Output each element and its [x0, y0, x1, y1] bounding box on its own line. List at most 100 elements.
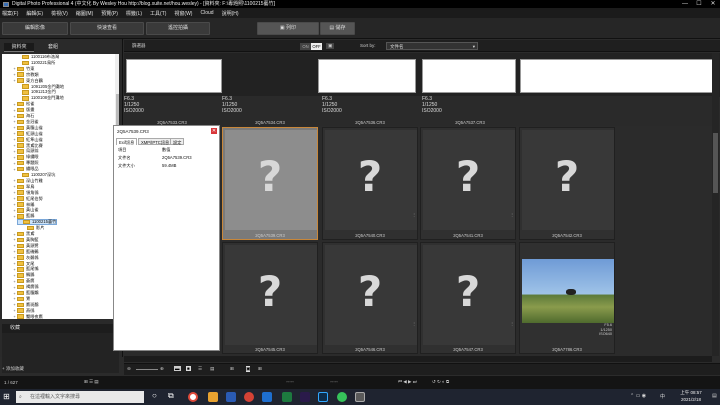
cortana-icon[interactable]: ○: [152, 391, 157, 400]
thumbnail-grid-icon[interactable]: ⊞ ☰ ▤: [84, 379, 99, 385]
zoom-in-icon[interactable]: ⊕: [160, 366, 164, 372]
view-small-icon[interactable]: ▬: [174, 366, 181, 371]
folder-label: 1100108金門灘地: [31, 95, 64, 101]
outlook-icon[interactable]: [262, 392, 272, 402]
tray-icons[interactable]: ⌃ ▭ ◉: [630, 393, 646, 399]
grid-view-icon[interactable]: ⊞: [258, 366, 262, 372]
ime-indicator[interactable]: 中: [660, 393, 665, 400]
app-icon-red[interactable]: [244, 392, 254, 402]
close-button[interactable]: ✕: [706, 0, 720, 8]
save-button[interactable]: ▤ 儲存: [320, 22, 355, 35]
rating-stars[interactable]: ▫▫▫▫▫: [286, 379, 294, 384]
compare-icon[interactable]: ⊞: [230, 366, 234, 372]
thumbnail-filename: 2Q5A7542.CR3: [552, 233, 582, 238]
menu-preview[interactable]: 預覽(P): [101, 10, 118, 17]
folder-icon: [17, 78, 24, 83]
tab-settings[interactable]: 設定: [170, 138, 185, 145]
folder-tree-item[interactable]: + 蟹眼夜鷹: [12, 313, 43, 319]
minimize-button[interactable]: —: [678, 0, 692, 8]
info-panel: 2Q5A7539.CR3 ✕ Exif訊息 XMP/IPTC訊息 設定 項目 數…: [113, 125, 220, 351]
folder-icon: [17, 249, 24, 254]
menu-edit[interactable]: 編輯(E): [26, 10, 43, 17]
zoom-slider[interactable]: [136, 369, 158, 370]
label-icons[interactable]: ▫▫▫▫▫: [330, 379, 338, 384]
grid-hscroll[interactable]: [124, 356, 712, 362]
thumbnail[interactable]: ? ⋮ 2Q5A7546.CR3: [322, 242, 418, 354]
sort-select[interactable]: 文件名 ▾: [386, 42, 478, 50]
sort-label: Sort by:: [360, 43, 376, 48]
menu-tools[interactable]: 工具(T): [150, 10, 166, 17]
folder-icon: [17, 72, 24, 77]
maximize-button[interactable]: ☐: [692, 0, 706, 8]
thumbnail-top-2[interactable]: F6.3 1/1250 ISO2000 2Q5A7534.CR3: [222, 96, 318, 126]
favorites-tab[interactable]: 收藏: [2, 324, 119, 333]
toggle-on[interactable]: ON: [300, 42, 311, 50]
edit-image-button[interactable]: 編輯影像: [2, 22, 68, 35]
folder-icon: [17, 267, 24, 272]
thumbnail-top-1[interactable]: F6.3 1/1250 ISO2000 2Q5A7533.CR3: [124, 96, 220, 126]
zoom-out-icon[interactable]: ⊖: [127, 366, 131, 372]
thumbnail[interactable]: ? ⋮ 2Q5A7540.CR3: [322, 127, 418, 240]
thumbnail[interactable]: ? 2Q5A7545.CR3: [222, 242, 318, 354]
excel-icon[interactable]: [282, 392, 292, 402]
task-view-icon[interactable]: ⧉: [168, 391, 174, 401]
folder-icon: [17, 155, 24, 160]
thumbnail-filename: 2Q5A7539.CR3: [255, 233, 285, 238]
view-list-icon[interactable]: ☰: [198, 366, 202, 372]
quick-check-button[interactable]: 快速查看: [70, 22, 144, 35]
close-icon[interactable]: ✕: [211, 128, 217, 134]
thumbnail-selected[interactable]: ? 2Q5A7539.CR3: [222, 127, 318, 240]
thumbnail-photo[interactable]: F5.6 1/1250 ISO640 2Q5A7786.CR3: [519, 242, 615, 354]
tab-xmp[interactable]: XMP/IPTC訊息: [138, 138, 173, 145]
menu-cloud[interactable]: Cloud: [200, 10, 213, 16]
file-explorer-icon[interactable]: [208, 392, 218, 402]
image-count: 1 / 627: [4, 380, 18, 385]
menu-file[interactable]: 檔案(F): [2, 10, 18, 17]
thumbnail-top-4[interactable]: F6.3 1/1250 ISO2000 2Q5A7537.CR3: [422, 96, 518, 126]
nav-first-icon[interactable]: ⏮ ◀ ▶ ⏭: [398, 379, 417, 385]
tab-folder[interactable]: 資料夾: [4, 43, 34, 52]
folder-icon: [17, 278, 24, 284]
add-favorite-link[interactable]: + 添加收藏: [2, 366, 24, 372]
dpp-icon[interactable]: [355, 392, 365, 402]
menu-view[interactable]: 檢視(V): [51, 10, 68, 17]
filter-settings-icon[interactable]: ▣: [326, 43, 335, 49]
folder-icon: [17, 255, 24, 260]
folder-label: 蟹眼夜鷹: [26, 313, 43, 319]
info-panel-title: 2Q5A7539.CR3: [117, 129, 149, 134]
single-view-icon[interactable]: ▣: [246, 366, 251, 372]
menu-window[interactable]: 視窗(W): [174, 10, 192, 17]
folder-icon: [17, 190, 24, 195]
folder-icon: [17, 113, 24, 119]
toggle-off[interactable]: OFF: [311, 42, 322, 50]
tab-collection[interactable]: 套組: [40, 43, 66, 52]
folder-icon: [17, 137, 24, 142]
filter-toggle[interactable]: ON OFF: [300, 42, 322, 50]
menu-thumbnail[interactable]: 縮圖(M): [76, 10, 94, 17]
thumbnail[interactable]: ? ⋮ 2Q5A7547.CR3: [420, 242, 516, 354]
word-icon[interactable]: [226, 392, 236, 402]
thumbnail-top-3[interactable]: F6.3 1/1250 ISO2000 2Q5A7536.CR3: [322, 96, 418, 126]
photoshop-icon[interactable]: [318, 392, 328, 402]
taskbar-clock[interactable]: 上午 08:57 2021/2/18: [672, 390, 710, 403]
menu-label[interactable]: 標籤(L): [126, 10, 142, 17]
folder-icon: [17, 119, 24, 125]
line-icon[interactable]: [337, 392, 347, 402]
folder-icon: [22, 96, 29, 101]
tab-exif[interactable]: Exif訊息: [116, 138, 138, 145]
folder-icon: [17, 143, 24, 148]
notification-icon[interactable]: ▤: [712, 393, 717, 399]
windows-start-icon[interactable]: ⊞: [3, 392, 10, 401]
menu-help[interactable]: 說明(H): [222, 10, 239, 17]
view-detail-icon[interactable]: ▤: [210, 366, 214, 372]
remote-shoot-button[interactable]: 遙控拍攝: [146, 22, 210, 35]
thumbnail[interactable]: ? 2Q5A7542.CR3: [519, 127, 615, 240]
view-medium-icon[interactable]: ■: [186, 366, 191, 371]
chrome-icon[interactable]: [188, 392, 198, 402]
print-button[interactable]: ▣ 列印: [257, 22, 319, 35]
premiere-icon[interactable]: [300, 392, 310, 402]
taskbar-search-input[interactable]: ⌕ 在這裡輸入文字來搜尋: [16, 391, 144, 403]
grid-scrollbar[interactable]: [712, 53, 719, 356]
rotate-icons[interactable]: ↺ ↻ ◐ ⧉: [432, 379, 449, 385]
thumbnail[interactable]: ? ⋮ 2Q5A7541.CR3: [420, 127, 516, 240]
